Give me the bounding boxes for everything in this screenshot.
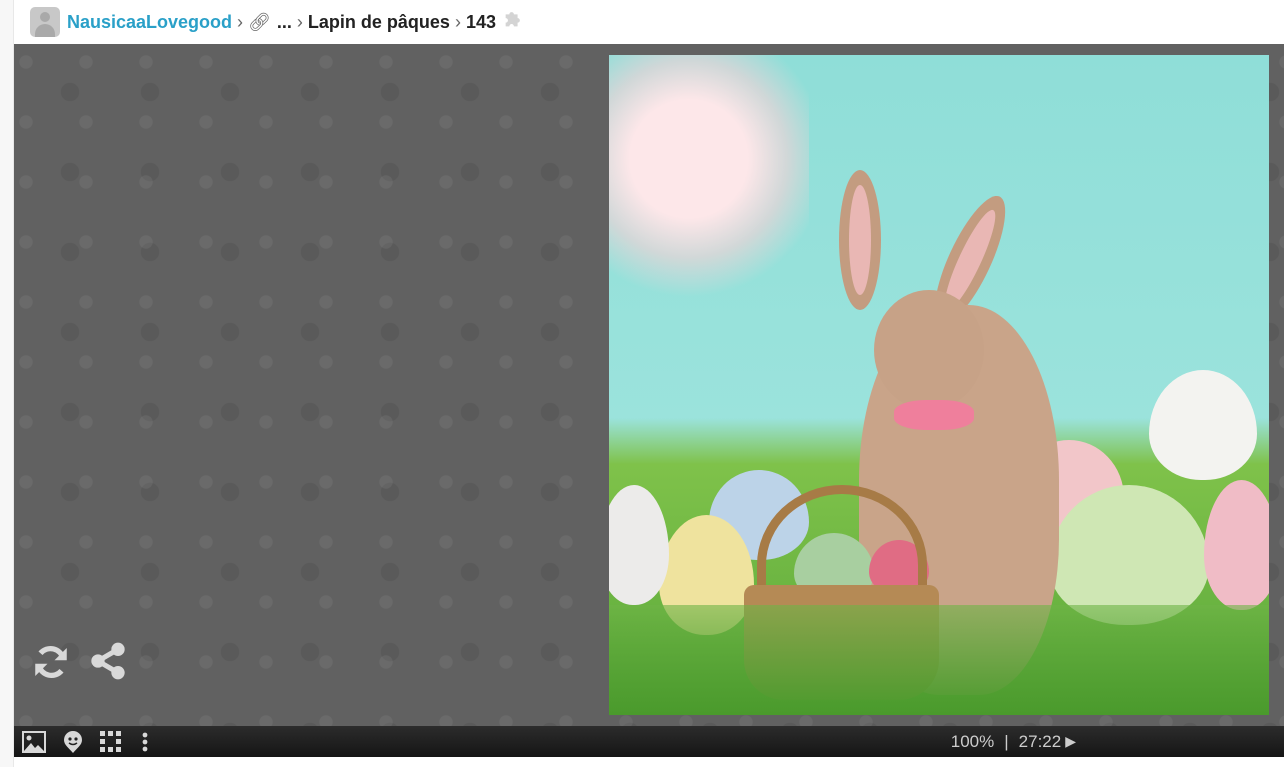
egg: [1204, 480, 1269, 610]
chevron-right-icon: ›: [454, 11, 461, 32]
more-icon[interactable]: [142, 726, 148, 757]
ear: [839, 170, 881, 310]
image-icon[interactable]: [22, 726, 46, 757]
bottom-toolbar: 100% | 27:22 ▶: [14, 726, 1284, 757]
piece-count: 143: [465, 11, 496, 32]
egg: [609, 485, 669, 605]
divider: |: [1004, 731, 1009, 751]
grass: [609, 605, 1269, 715]
timer: 27:22: [1018, 731, 1062, 751]
play-icon[interactable]: ▶: [1065, 733, 1076, 750]
link-icon[interactable]: 🔗︎: [248, 12, 271, 33]
puzzle-image[interactable]: [609, 55, 1269, 715]
bow: [894, 400, 974, 430]
breadcrumb: NausicaaLovegood › 🔗︎ ... › Lapin de pâq…: [14, 0, 1284, 44]
bunny-head: [874, 290, 984, 410]
ghost-icon[interactable]: [62, 726, 84, 757]
puzzle-icon: [502, 8, 524, 36]
chevron-right-icon: ›: [237, 11, 244, 32]
user-link[interactable]: NausicaaLovegood: [67, 12, 232, 33]
blossom: [609, 55, 809, 315]
status-area: 100% | 27:22 ▶: [951, 726, 1076, 757]
chevron-right-icon: ›: [296, 11, 303, 32]
zoom-level[interactable]: 100%: [951, 732, 994, 752]
egg: [1149, 370, 1257, 480]
avatar[interactable]: [30, 7, 60, 37]
left-strip: [0, 0, 14, 767]
puzzle-board[interactable]: [14, 44, 1284, 726]
share-icon[interactable]: [88, 641, 128, 686]
refresh-icon[interactable]: [30, 641, 72, 688]
grid-icon[interactable]: [100, 726, 122, 757]
collection-link[interactable]: ...: [277, 12, 292, 33]
puzzle-title[interactable]: Lapin de pâques: [308, 12, 450, 33]
